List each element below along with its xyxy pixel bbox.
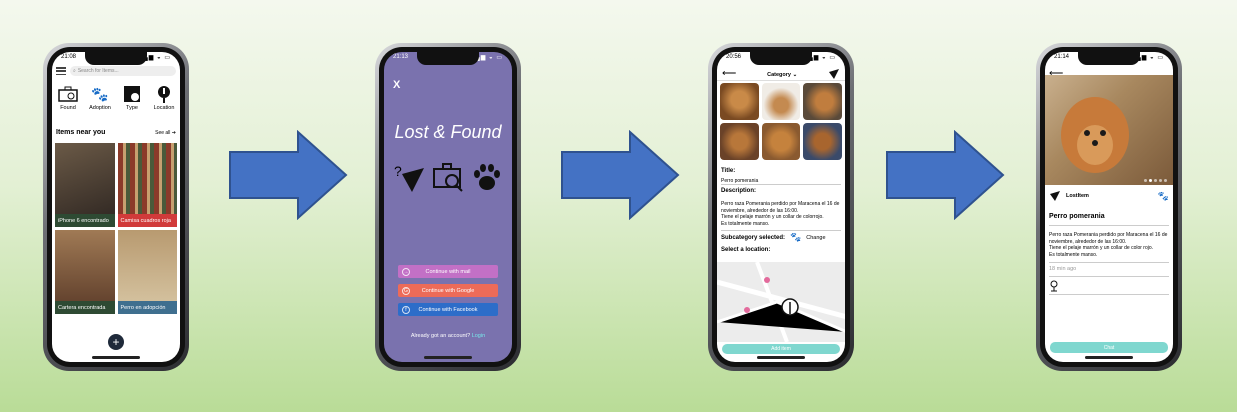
phone-item-detail: 21:14 ▂▄▆ ◒ ▭ ⟵ LostItem 🐾 Perro pomerani… <box>1036 43 1182 371</box>
found-icon <box>432 163 463 192</box>
briefcase-icon <box>58 85 78 103</box>
photo-thumb[interactable] <box>761 83 801 120</box>
login-link[interactable]: Login <box>472 333 485 339</box>
category-found[interactable]: Found <box>55 85 81 111</box>
lost-icon: ? <box>394 163 424 192</box>
back-icon[interactable]: ⟵ <box>722 68 736 79</box>
back-icon[interactable]: ⟵ <box>1049 68 1063 79</box>
close-button[interactable]: X <box>393 79 400 91</box>
status-time: 20:56 <box>726 54 742 60</box>
continue-google-button[interactable]: G Continue with Google <box>398 284 498 297</box>
item-card[interactable]: Cartera encontrada <box>55 230 115 314</box>
status-time: 21:13 <box>393 54 409 60</box>
subcategory-label: Subcategory selected: <box>721 234 786 241</box>
add-item-button[interactable]: Add item <box>722 344 840 354</box>
phone-add-item: 20:56 ▂▄▆ ◒ ▭ ⟵ Category ⌄ Title: Perro p… <box>708 43 854 371</box>
photo-thumb[interactable] <box>720 123 759 160</box>
chevron-down-icon: ⌄ <box>792 71 798 78</box>
paw-icon: 🐾 <box>91 85 109 102</box>
mail-icon: → <box>402 267 410 276</box>
paw-icon: 🐾 <box>790 232 802 242</box>
category-type[interactable]: Type <box>119 85 145 111</box>
description-field[interactable]: Perro raza Pomerania perdido por Maracen… <box>721 201 841 231</box>
location-map[interactable] <box>717 262 845 342</box>
phone-login: 21:13 ▂▄▆ ◒ ▭ X Lost & Found ? → Continue … <box>375 43 521 371</box>
lost-icon <box>1050 191 1060 201</box>
carousel-dots <box>1144 179 1167 182</box>
description-label: Description: <box>721 188 757 194</box>
add-button[interactable]: + <box>108 334 124 350</box>
see-all-link[interactable]: See all ➔ <box>155 130 176 136</box>
title-label: Title: <box>721 168 736 174</box>
paw-icon <box>474 164 501 190</box>
item-card[interactable]: iPhone 6 encontrado <box>55 143 115 227</box>
menu-icon[interactable] <box>56 67 66 75</box>
category-adoption[interactable]: 🐾 Adoption <box>87 85 113 112</box>
category-dropdown[interactable]: Category ⌄ <box>767 70 797 78</box>
phone-home: 21:08 ▂▄▆ ◒ ▭ ⌕ Search for Items... Found … <box>43 43 189 371</box>
flow-arrow-2 <box>560 129 680 221</box>
app-title: Lost & Found <box>394 122 502 142</box>
flow-arrow-1 <box>228 129 348 221</box>
status-time: 21:08 <box>61 54 77 60</box>
item-title: Perro pomerania <box>1049 213 1105 220</box>
photo-thumb[interactable] <box>803 123 842 160</box>
location-icon <box>156 85 172 103</box>
chat-button[interactable]: Chat <box>1050 342 1168 353</box>
time-ago: 18 min ago <box>1049 266 1077 272</box>
google-icon: G <box>402 286 410 295</box>
photo-thumb[interactable] <box>720 83 759 120</box>
item-type: LostItem <box>1066 193 1089 199</box>
status-time: 21:14 <box>1054 54 1070 60</box>
svg-text:?: ? <box>394 163 402 179</box>
item-card[interactable]: Camisa cuadros roja <box>117 143 177 227</box>
lost-icon <box>829 68 839 79</box>
photo-thumb[interactable] <box>761 123 801 160</box>
category-location[interactable]: Location <box>151 85 177 111</box>
photo-thumb[interactable] <box>803 83 842 120</box>
continue-facebook-button[interactable]: f Continue with Facebook <box>398 303 498 316</box>
account-prompt: Already got an account? Login <box>410 333 486 339</box>
search-input[interactable]: ⌕ Search for Items... <box>70 66 176 76</box>
near-title: Items near you <box>56 129 106 136</box>
search-placeholder: Search for Items... <box>77 68 119 74</box>
location-icon[interactable] <box>1049 280 1169 294</box>
item-photo[interactable] <box>1045 75 1173 185</box>
flow-arrow-3 <box>885 129 1005 221</box>
location-label: Select a location: <box>721 247 771 253</box>
search-icon: ⌕ <box>73 68 76 74</box>
type-icon <box>123 85 141 103</box>
facebook-icon: f <box>402 305 410 314</box>
title-field[interactable]: Perro pomerania <box>721 178 841 185</box>
change-link[interactable]: Change <box>806 235 825 241</box>
paw-icon: 🐾 <box>1157 190 1169 201</box>
item-description: Perro raza Pomerania perdido por Maracen… <box>1049 232 1168 258</box>
item-card[interactable]: Perro en adopción <box>117 230 177 314</box>
continue-mail-button[interactable]: → Continue with mail <box>398 265 498 278</box>
